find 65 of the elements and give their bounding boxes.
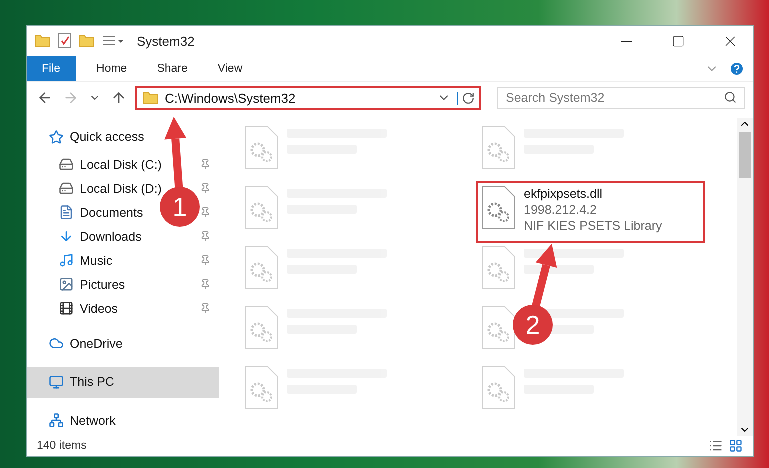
maximize-icon [672,34,684,48]
nav-item[interactable]: Music [37,248,121,272]
file-detail: 1998.212.4.2 [524,202,598,218]
address-path: C:\Windows\System32 [165,90,297,106]
nav-icon [59,277,74,292]
step-number: 2 [526,310,540,340]
nav-item[interactable]: Local Disk (D:) [37,176,170,200]
dll-file-icon [245,126,279,170]
search-field[interactable]: Search System32 [497,87,745,109]
nav-item[interactable]: Quick access [27,122,219,152]
details-view-icon[interactable] [709,439,723,453]
ribbon-tab[interactable]: View [202,56,258,81]
file-detail: NIF KIES PSETS Library [524,218,662,234]
nav-item[interactable]: Pictures [37,272,134,296]
dll-file-icon [245,186,279,230]
blurred-text-bar [524,265,594,274]
nav-icon [49,413,64,428]
nav-item[interactable]: Documents [37,200,152,224]
ribbon-tab[interactable]: Home [82,56,142,81]
nav-item[interactable]: This PC [27,367,219,398]
toolbar-dropdown-icon[interactable] [101,34,125,48]
nav-item[interactable]: Downloads [37,224,150,248]
nav-icon [49,130,64,145]
window-title: System32 [137,34,196,48]
dll-file-icon [482,306,516,350]
forward-icon [63,90,79,106]
dll-file-icon [482,126,516,170]
nav-icon [59,157,74,172]
folder-icon [143,91,159,105]
dll-file-icon [482,246,516,290]
step-number: 1 [172,192,188,222]
file-name: ekfpixpsets.dll [524,186,604,202]
nav-item[interactable]: OneDrive [27,328,219,359]
dll-file-icon [245,306,279,350]
dll-file-icon [482,186,516,230]
large-icons-view-icon[interactable] [729,439,743,453]
back-icon [37,90,53,106]
nav-icon [59,181,74,196]
nav-icon [59,205,74,220]
file-item[interactable]: ekfpixpsets.dll 1998.212.4.2 NIF KIES PSETS Library [478,183,703,241]
nav-icon [59,301,74,316]
address-bar[interactable]: C:\Windows\System32 [135,86,481,110]
scrollbar[interactable] [737,118,753,436]
file-menu-button[interactable]: File [27,56,76,81]
ribbon-tab[interactable]: Share [142,56,203,81]
step-number-badge [513,305,553,345]
nav-icon [59,229,74,244]
help-icon[interactable] [729,60,745,76]
nav-icon [49,336,64,352]
dll-file-icon [245,366,279,410]
dll-file-icon [245,246,279,290]
properties-icon[interactable] [57,33,73,49]
item-count: 140 items [37,440,88,452]
step-number-badge [160,187,200,227]
nav-icon [49,374,64,390]
nav-item[interactable]: Network [27,406,219,436]
scroll-thumb[interactable] [739,132,751,178]
nav-icon [59,253,74,268]
nav-item[interactable]: Local Disk (C:) [37,152,170,176]
nav-item[interactable]: Videos [37,296,126,320]
minimize-icon [620,40,632,42]
dll-file-icon [482,366,516,410]
search-icon[interactable] [724,91,737,104]
new-folder-icon [79,34,95,48]
folder-icon [35,34,51,48]
